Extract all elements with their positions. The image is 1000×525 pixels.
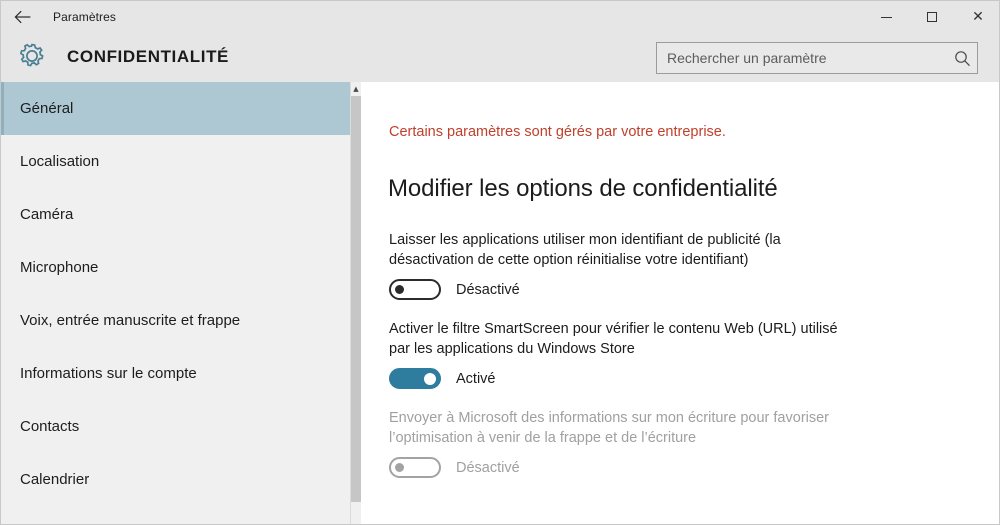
sidebar-item-camera[interactable]: Caméra [1, 188, 350, 241]
toggle-row: Désactivé [389, 279, 889, 300]
search-box[interactable] [656, 42, 978, 74]
sidebar-item-contacts[interactable]: Contacts [1, 400, 350, 453]
sidebar-item-label: Microphone [20, 259, 99, 276]
section-heading: Modifier les options de confidentialité [388, 175, 778, 202]
minimize-button[interactable] [863, 1, 909, 33]
toggle-advertising-id[interactable] [389, 279, 441, 300]
sidebar-item-label: Informations sur le compte [20, 365, 197, 382]
setting-label: Activer le filtre SmartScreen pour vérif… [389, 321, 838, 357]
magnifier-glyph [954, 50, 970, 66]
title-bar: Paramètres ✕ [1, 1, 999, 33]
sidebar-item-label: Caméra [20, 206, 74, 223]
toggle-knob [424, 372, 436, 385]
scroll-up-button[interactable]: ▲ [351, 82, 361, 96]
sidebar-nav: Général Localisation Caméra Microphone V… [1, 82, 351, 524]
back-button[interactable] [1, 1, 45, 33]
maximize-button[interactable] [909, 1, 955, 33]
sidebar-item-label: Général [20, 100, 74, 117]
content-area: Général Localisation Caméra Microphone V… [1, 82, 999, 524]
sidebar-item-label: Voix, entrée manuscrite et frappe [20, 312, 241, 329]
settings-list: Laisser les applications utiliser mon id… [389, 230, 889, 497]
minimize-icon [880, 16, 892, 18]
search-input[interactable] [657, 50, 947, 66]
maximize-icon [927, 12, 937, 22]
toggle-knob [395, 285, 404, 294]
search-icon[interactable] [947, 43, 977, 73]
close-icon: ✕ [972, 9, 984, 25]
toggle-state-label: Désactivé [456, 281, 520, 298]
sidebar-item-voice-inking-typing[interactable]: Voix, entrée manuscrite et frappe [1, 294, 350, 347]
toggle-row: Activé [389, 368, 889, 389]
scrollbar-thumb[interactable] [351, 96, 361, 502]
setting-label: Envoyer à Microsoft des informations sur… [389, 410, 830, 446]
page-title: CONFIDENTIALITÉ [67, 47, 229, 66]
toggle-state-label: Désactivé [456, 459, 520, 476]
setting-advertising-id: Laisser les applications utiliser mon id… [389, 230, 889, 300]
gear-icon [19, 43, 44, 67]
settings-window: Paramètres ✕ CONFIDENTIALITÉ Rechercher … [0, 0, 1000, 525]
page-header: CONFIDENTIALITÉ [1, 33, 999, 82]
sidebar-scrollbar[interactable]: ▲ [351, 82, 361, 524]
toggle-knob [395, 463, 404, 472]
window-title: Paramètres [53, 10, 117, 24]
window-controls: ✕ [863, 1, 999, 33]
sidebar-item-label: Calendrier [20, 471, 90, 488]
setting-smartscreen: Activer le filtre SmartScreen pour vérif… [389, 319, 889, 389]
toggle-typing-writing-telemetry [389, 457, 441, 478]
toggle-row: Désactivé [389, 457, 889, 478]
toggle-state-label: Activé [456, 370, 496, 387]
sidebar-item-label: Contacts [20, 418, 80, 435]
sidebar-item-account-info[interactable]: Informations sur le compte [1, 347, 350, 400]
close-button[interactable]: ✕ [955, 1, 999, 33]
sidebar-item-microphone[interactable]: Microphone [1, 241, 350, 294]
sidebar-item-localisation[interactable]: Localisation [1, 135, 350, 188]
settings-pane: Certains paramètres sont gérés par votre… [362, 82, 999, 524]
setting-typing-writing-telemetry: Envoyer à Microsoft des informations sur… [389, 408, 889, 478]
toggle-smartscreen[interactable] [389, 368, 441, 389]
sidebar-item-general[interactable]: Général [1, 82, 350, 135]
setting-label: Laisser les applications utiliser mon id… [389, 232, 781, 268]
sidebar-item-label: Localisation [20, 153, 100, 170]
sidebar-item-calendar[interactable]: Calendrier [1, 453, 350, 506]
back-arrow-icon [14, 10, 31, 24]
chevron-up-icon: ▲ [353, 84, 359, 93]
enterprise-managed-note: Certains paramètres sont gérés par votre… [389, 124, 726, 140]
